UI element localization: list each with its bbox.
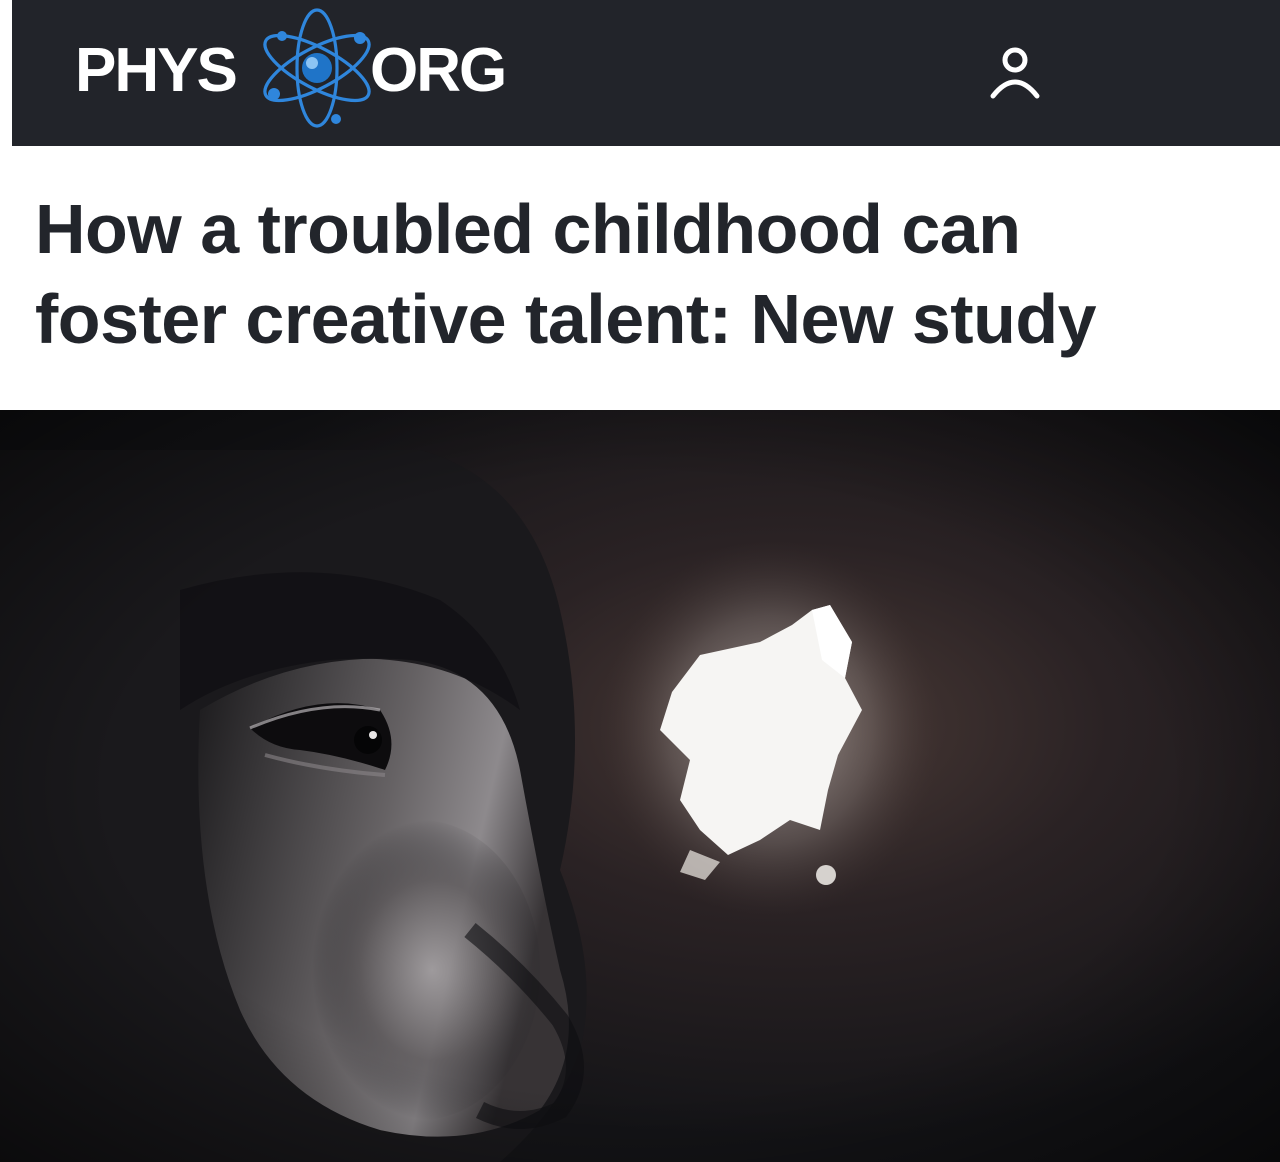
logo-text-phys: PHYS bbox=[75, 36, 238, 105]
article-title-line-1: How a troubled childhood can bbox=[35, 190, 1021, 268]
article-title: How a troubled childhood can foster crea… bbox=[35, 184, 1265, 364]
atom-icon bbox=[263, 8, 371, 128]
user-icon[interactable] bbox=[980, 38, 1050, 108]
logo-text-org: ORG bbox=[370, 36, 507, 105]
article-header: How a troubled childhood can foster crea… bbox=[0, 146, 1280, 410]
site-header: PHYS ORG bbox=[12, 0, 1280, 146]
phys-org-logo[interactable]: PHYS ORG bbox=[62, 6, 522, 130]
hero-image bbox=[0, 410, 1280, 1162]
article-title-line-2: foster creative talent: New study bbox=[35, 280, 1097, 358]
page: PHYS ORG How a troubled childhood can fo… bbox=[0, 0, 1280, 1162]
hero-photo-illustration bbox=[0, 410, 1280, 1162]
